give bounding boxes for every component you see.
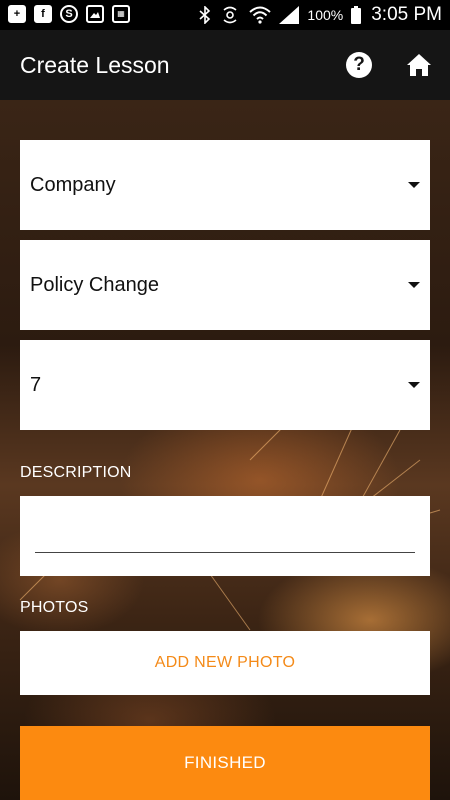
app-bar: Create Lesson ?: [0, 30, 450, 100]
status-bar: + f S ▦ 100% 3:05 PM: [0, 0, 450, 30]
image-icon: [86, 5, 104, 23]
home-icon[interactable]: [406, 52, 432, 78]
add-new-photo-button[interactable]: ADD NEW PHOTO: [20, 631, 430, 695]
number-dropdown[interactable]: 7: [20, 340, 430, 430]
system-icons: 100% 3:05 PM: [199, 0, 442, 30]
type-dropdown[interactable]: Policy Change: [20, 240, 430, 330]
nfc-icon: [223, 6, 237, 24]
page-title: Create Lesson: [20, 52, 170, 78]
number-dropdown-value: 7: [30, 374, 42, 396]
description-label: DESCRIPTION: [20, 464, 132, 481]
photos-label: PHOTOS: [20, 599, 89, 616]
help-icon[interactable]: ?: [346, 52, 372, 78]
category-dropdown[interactable]: Company: [20, 140, 430, 230]
battery-icon: [351, 6, 362, 24]
facebook-icon: f: [34, 5, 52, 23]
calendar-icon: ▦: [112, 5, 130, 23]
skype-icon: S: [60, 5, 78, 23]
bluetooth-icon: [199, 6, 211, 24]
dropdown-arrow-icon: [408, 282, 420, 288]
add-notification-icon: +: [8, 5, 26, 23]
notification-icons: + f S ▦: [8, 5, 130, 23]
clock: 3:05 PM: [371, 4, 442, 25]
signal-icon: [279, 6, 300, 24]
battery-percentage: 100%: [307, 7, 344, 23]
finished-button[interactable]: FINISHED: [20, 726, 430, 800]
category-dropdown-value: Company: [30, 174, 116, 196]
type-dropdown-value: Policy Change: [30, 274, 159, 296]
dropdown-arrow-icon: [408, 382, 420, 388]
description-field-container: [20, 496, 430, 576]
description-input[interactable]: [35, 516, 415, 553]
dropdown-arrow-icon: [408, 182, 420, 188]
wifi-icon: [249, 6, 272, 24]
